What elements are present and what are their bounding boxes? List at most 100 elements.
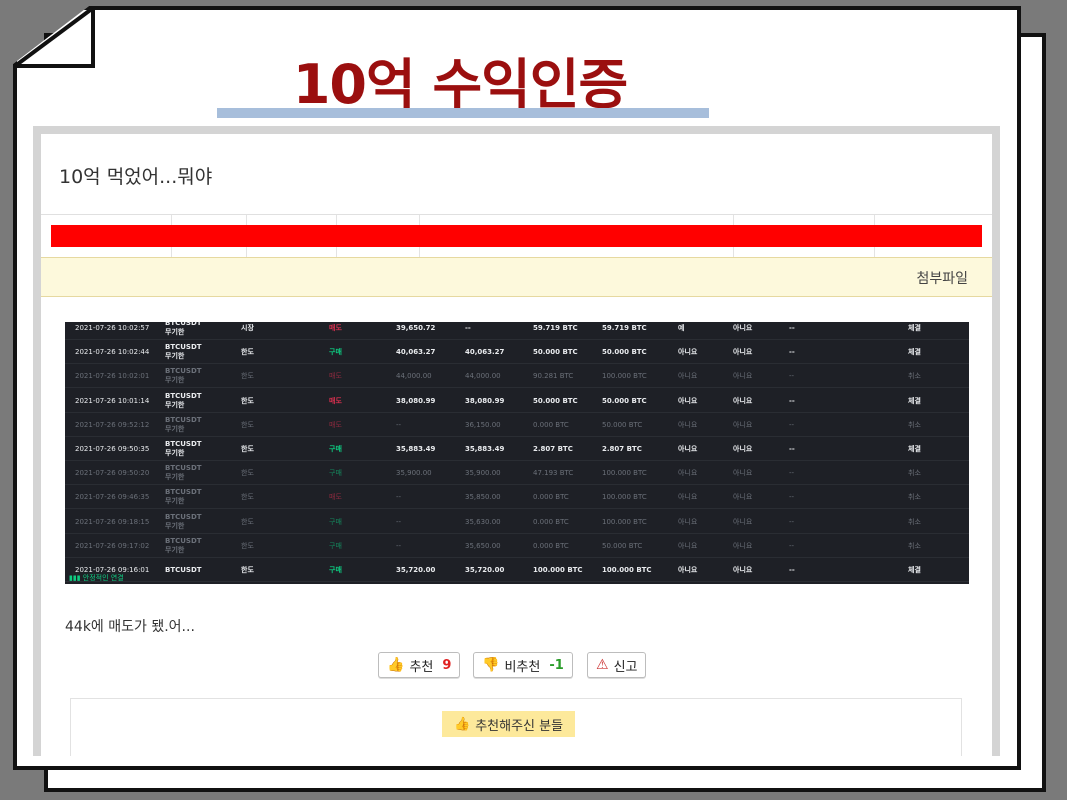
trade-row: 2021-07-26 09:17:02 BTCUSDT 무기한 한도 구매 -- 35,65… [65, 534, 969, 558]
thumbs-down-icon: 👎 [482, 657, 500, 673]
not-recommend-label: 비추천 [504, 659, 541, 675]
trade-price: -- [396, 517, 402, 526]
trade-side: 구매 [329, 445, 342, 453]
trade-reduce: 아니요 [678, 348, 698, 357]
trade-history-screenshot: 2021-07-26 10:02:57 BTCUSDT 무기한 시장 매도 39,650.… [65, 322, 969, 584]
trade-type: 한도 [241, 420, 254, 429]
trade-reduce: 아니요 [678, 493, 698, 502]
trade-symbol: BTCUSDT 무기한 [165, 485, 202, 509]
not-recommend-button[interactable]: 👎 비추천 -1 [473, 652, 573, 678]
trade-side: 구매 [329, 348, 342, 357]
trade-reduce: 아니요 [678, 517, 698, 526]
symbol-text: BTCUSDT [165, 440, 202, 448]
trade-amount: 100.000 BTC [602, 517, 647, 526]
trade-amount: 50.000 BTC [602, 396, 647, 405]
report-button[interactable]: ⚠ 신고 [587, 652, 647, 678]
attachment-bar[interactable]: 첨부파일 [41, 257, 992, 297]
trade-status: 체결 [908, 324, 921, 332]
trade-post: 아니요 [733, 396, 753, 405]
not-recommend-count: -1 [549, 657, 564, 673]
recommend-button[interactable]: 👍 추천 9 [378, 652, 461, 678]
trade-price: -- [396, 420, 402, 429]
trade-amount: 100.000 BTC [602, 493, 647, 502]
trade-type: 한도 [241, 348, 254, 357]
attachment-label[interactable]: 첨부파일 [916, 268, 968, 288]
trade-filled: 0.000 BTC [533, 541, 569, 550]
trade-avg: 35,630.00 [465, 517, 501, 526]
symbol-text: BTCUSDT [165, 565, 202, 574]
recommenders-box: 👍 추천해주신 분들 [70, 698, 962, 756]
post-content: 10억 먹었어...뭐야 첨부파일 2021-07-26 10:02:57 BTC… [41, 134, 992, 756]
trade-type: 한도 [241, 517, 254, 526]
connection-status-text: 안정적인 연결 [82, 574, 124, 582]
trade-post: 아니요 [733, 348, 753, 357]
symbol-text: BTCUSDT [165, 536, 202, 545]
trade-status: 취소 [908, 517, 921, 526]
trade-post: 아니요 [733, 324, 753, 332]
trade-amount: 100.000 BTC [602, 469, 647, 478]
trade-symbol: BTCUSDT [165, 558, 202, 582]
trade-price: -- [396, 493, 402, 502]
trade-post: 아니요 [733, 517, 753, 526]
recommenders-label-button[interactable]: 👍 추천해주신 분들 [442, 711, 576, 737]
trade-price: 40,063.27 [396, 348, 436, 357]
trade-avg: 35,900.00 [465, 469, 501, 478]
trade-amount: 59.719 BTC [602, 324, 647, 332]
contract-text: 무기한 [165, 400, 185, 409]
trade-symbol: BTCUSDT 무기한 [165, 364, 202, 388]
trade-trigger: -- [789, 324, 795, 332]
trade-status: 체결 [908, 348, 921, 357]
trade-avg: 35,850.00 [465, 493, 501, 502]
trade-trigger: -- [789, 445, 795, 453]
trade-row: 2021-07-26 10:01:14 BTCUSDT 무기한 한도 매도 38,080.… [65, 389, 969, 413]
trade-side: 구매 [329, 469, 342, 478]
trade-trigger: -- [789, 517, 795, 526]
trade-reduce: 아니요 [678, 445, 698, 453]
trade-symbol: BTCUSDT 무기한 [165, 461, 202, 485]
trade-trigger: -- [789, 541, 795, 550]
trade-type: 한도 [241, 445, 254, 453]
post-body: 44k에 매도가 됐.어... [65, 619, 195, 635]
trade-type: 시장 [241, 324, 254, 332]
trade-price: 35,883.49 [396, 445, 436, 453]
trade-row: 2021-07-26 09:46:35 BTCUSDT 무기한 한도 매도 -- 35,85… [65, 485, 969, 510]
redacted-bar [51, 225, 982, 247]
trade-side: 매도 [329, 420, 342, 429]
trade-symbol: BTCUSDT 무기한 [165, 340, 202, 364]
trade-filled: 59.719 BTC [533, 324, 578, 332]
trade-side: 구매 [329, 566, 342, 574]
trade-side: 매도 [329, 493, 342, 502]
contract-text: 무기한 [165, 424, 185, 433]
trade-post: 아니요 [733, 445, 753, 453]
trade-trigger: -- [789, 396, 795, 405]
trade-status: 체결 [908, 396, 921, 405]
trade-row: 2021-07-26 10:02:44 BTCUSDT 무기한 한도 구매 40,063.… [65, 340, 969, 365]
trade-amount: 100.000 BTC [602, 566, 652, 574]
trade-row: 2021-07-26 09:18:15 BTCUSDT 무기한 한도 구매 -- 35,63… [65, 510, 969, 534]
trade-time: 2021-07-26 10:01:14 [75, 396, 150, 405]
trade-filled: 100.000 BTC [533, 566, 583, 574]
contract-text: 무기한 [165, 545, 185, 554]
trade-avg: 35,650.00 [465, 541, 501, 550]
trade-avg: 35,720.00 [465, 566, 505, 574]
trade-post: 아니요 [733, 469, 753, 478]
trade-row: 2021-07-26 09:50:35 BTCUSDT 무기한 한도 구매 35,883.… [65, 437, 969, 461]
contract-text: 무기한 [165, 497, 185, 506]
trade-reduce: 아니요 [678, 396, 698, 405]
trade-price: -- [396, 541, 402, 550]
trade-price: 44,000.00 [396, 372, 432, 381]
post-title: 10억 먹었어...뭐야 [59, 166, 213, 188]
trade-type: 한도 [241, 493, 254, 502]
trade-trigger: -- [789, 493, 795, 502]
report-label: 신고 [613, 659, 638, 675]
trade-time: 2021-07-26 09:52:12 [75, 420, 150, 429]
trade-post: 아니요 [733, 420, 753, 429]
trade-trigger: -- [789, 420, 795, 429]
trade-symbol: BTCUSDT 무기한 [165, 413, 202, 437]
trade-price: 39,650.72 [396, 324, 436, 332]
trade-time: 2021-07-26 09:46:35 [75, 493, 150, 502]
trade-amount: 50.000 BTC [602, 348, 647, 357]
trade-amount: 2.807 BTC [602, 445, 642, 453]
trade-price: 35,720.00 [396, 566, 436, 574]
thumbs-up-outline-icon: 👍 [454, 716, 471, 732]
